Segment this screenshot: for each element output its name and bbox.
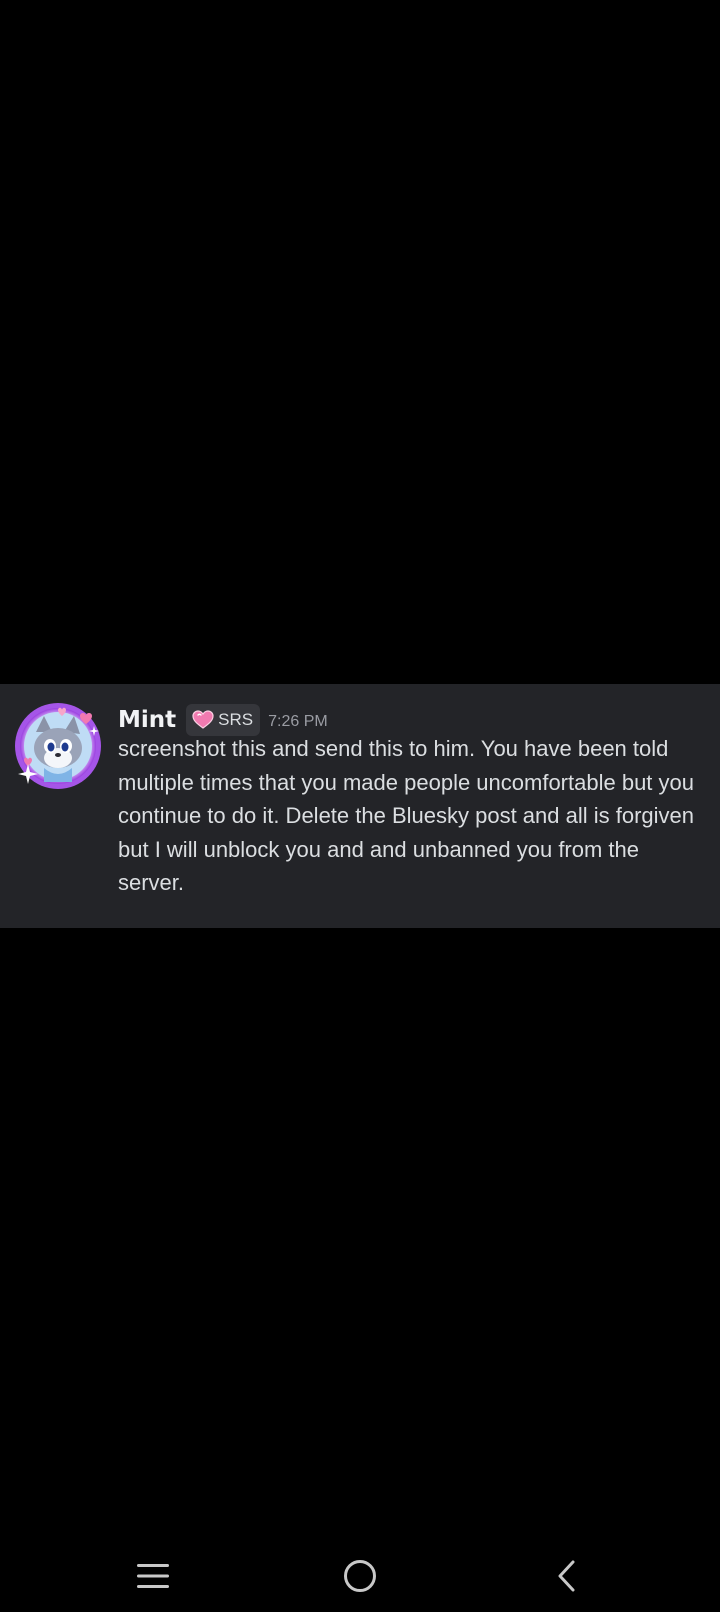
back-icon (558, 1560, 575, 1592)
avatar[interactable] (14, 702, 102, 790)
message-card[interactable]: Mint SRS 7:26 PM screenshot this and sen… (0, 684, 720, 928)
system-navigation-bar (0, 1540, 720, 1612)
pink-heart-icon (192, 710, 214, 729)
back-button[interactable] (539, 1552, 595, 1600)
home-button[interactable] (332, 1552, 388, 1600)
message-text[interactable]: screenshot this and send this to him. Yo… (118, 732, 706, 900)
home-icon (344, 1560, 376, 1592)
server-tag-label: SRS (218, 710, 254, 729)
timestamp: 7:26 PM (268, 713, 328, 730)
recents-button[interactable] (125, 1552, 181, 1600)
username[interactable]: Mint (118, 707, 176, 733)
recents-icon (137, 1564, 169, 1588)
cartoon-wolf-avatar-icon (15, 703, 101, 789)
screen: Mint SRS 7:26 PM screenshot this and sen… (0, 0, 720, 1612)
